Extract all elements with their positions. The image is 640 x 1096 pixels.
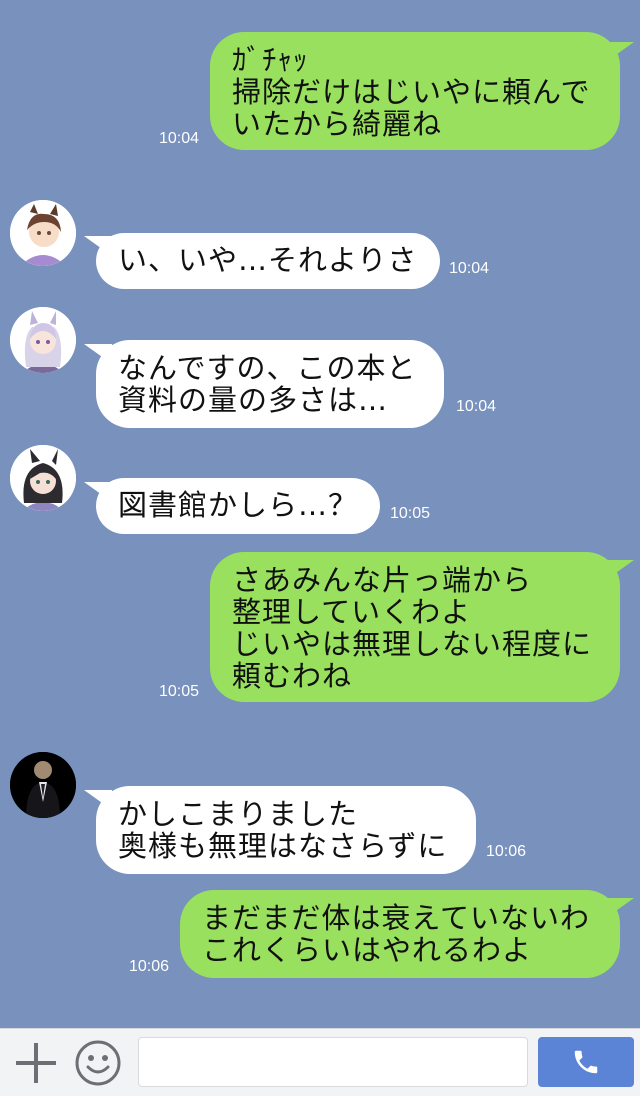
butler-avatar[interactable] <box>10 752 76 818</box>
emoji-icon[interactable] <box>74 1039 122 1087</box>
girl-black-hair-avatar[interactable] <box>10 445 76 511</box>
message-bubble[interactable]: さあみんな片っ端から 整理していくわよ じいやは無理しない程度に 頼むわね <box>210 552 620 702</box>
call-button[interactable] <box>538 1037 634 1087</box>
message-time: 10:06 <box>129 958 170 975</box>
message-bubble[interactable]: まだまだ体は衰えていないわ これくらいはやれるわよ <box>180 890 620 978</box>
plus-icon[interactable] <box>14 1041 58 1085</box>
message-time: 10:05 <box>159 683 200 700</box>
chat-area[interactable]: ｶﾞﾁｬｯ 掃除だけはじいやに頼んで いたから綺麗ね 10:04 い、いや…それ… <box>0 0 640 1028</box>
message-bubble[interactable]: 図書館かしら…？ <box>96 478 380 534</box>
message-time: 10:04 <box>159 130 200 147</box>
phone-icon <box>574 1050 598 1074</box>
message-bubble[interactable]: なんですの、この本と 資料の量の多さは… <box>96 340 444 428</box>
message-time: 10:04 <box>456 398 497 415</box>
message-input-bar <box>0 1028 640 1096</box>
message-input[interactable] <box>138 1037 528 1087</box>
message-time: 10:06 <box>486 843 527 860</box>
girl-brown-hair-avatar[interactable] <box>10 200 76 266</box>
message-bubble[interactable]: い、いや…それよりさ <box>96 233 440 289</box>
message-time: 10:04 <box>449 260 490 277</box>
message-bubble[interactable]: かしこまりました 奥様も無理はなさらずに <box>96 786 476 874</box>
message-bubble[interactable]: ｶﾞﾁｬｯ 掃除だけはじいやに頼んで いたから綺麗ね <box>210 32 620 150</box>
girl-silver-hair-avatar[interactable] <box>10 307 76 373</box>
message-time: 10:05 <box>390 505 431 522</box>
